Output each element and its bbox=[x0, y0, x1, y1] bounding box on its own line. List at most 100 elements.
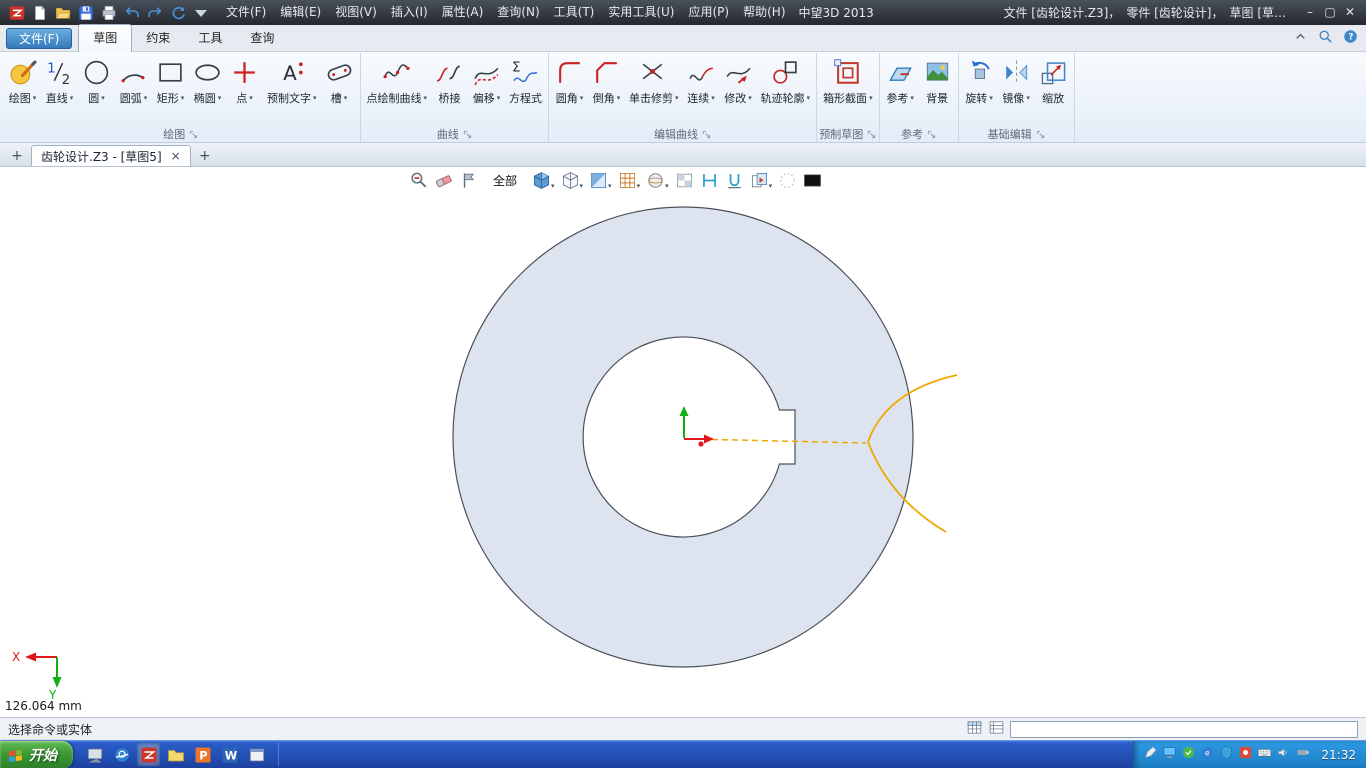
ribbon-button-rotate[interactable]: 旋转▾ bbox=[961, 53, 998, 126]
ribbon-button-bridge[interactable]: 桥接 bbox=[431, 53, 468, 126]
ribbon-tab-inquire[interactable]: 查询 bbox=[236, 25, 288, 51]
dialog-launcher-icon[interactable] bbox=[1036, 130, 1045, 139]
zw3d-app-button[interactable] bbox=[137, 743, 160, 766]
dialog-launcher-icon[interactable] bbox=[463, 130, 472, 139]
grid-panel-button[interactable] bbox=[966, 719, 983, 739]
list-panel-button[interactable] bbox=[988, 719, 1005, 739]
start-button[interactable]: 开始 bbox=[0, 741, 73, 768]
tray-display[interactable] bbox=[1162, 745, 1177, 764]
file-explorer-button[interactable] bbox=[164, 743, 187, 766]
menu-file[interactable]: 文件(F) bbox=[219, 0, 273, 25]
ribbon-button-curve-by-points[interactable]: 点绘制曲线▾ bbox=[363, 53, 432, 126]
menu-inquire[interactable]: 查询(N) bbox=[490, 0, 546, 25]
new-document-tab-button[interactable]: + bbox=[8, 146, 26, 166]
wireframe-view-button[interactable]: ▾ bbox=[560, 170, 585, 191]
find-entity-button[interactable] bbox=[408, 170, 429, 191]
tray-volume[interactable] bbox=[1276, 745, 1291, 764]
entity-filter-dropdown[interactable]: 全部 bbox=[493, 172, 517, 189]
help-button[interactable]: ? bbox=[1343, 29, 1358, 48]
file-menu-button[interactable]: 文件(F) bbox=[6, 28, 72, 49]
minimize-button[interactable]: – bbox=[1300, 0, 1320, 25]
ribbon-button-background[interactable]: 背景 bbox=[919, 53, 956, 126]
ribbon-button-circle[interactable]: 圆▾ bbox=[78, 53, 115, 126]
ribbon-button-one-click-trim[interactable]: 单击修剪▾ bbox=[625, 53, 683, 126]
ribbon-button-slot[interactable]: 槽▾ bbox=[321, 53, 358, 126]
menu-help[interactable]: 帮助(H) bbox=[736, 0, 792, 25]
regen-button[interactable] bbox=[167, 2, 188, 23]
compare-docs-button[interactable]: ▾ bbox=[749, 170, 774, 191]
ribbon-button-point[interactable]: 点▾ bbox=[226, 53, 263, 126]
u-constraint-button[interactable] bbox=[724, 170, 745, 191]
print-button[interactable] bbox=[98, 2, 119, 23]
show-desktop-button[interactable] bbox=[83, 743, 106, 766]
tray-browser[interactable]: e bbox=[1200, 745, 1215, 764]
app-logo-button[interactable] bbox=[6, 2, 27, 23]
tray-ime[interactable] bbox=[1257, 745, 1272, 764]
browser-button[interactable] bbox=[110, 743, 133, 766]
grid-display-button[interactable]: ▾ bbox=[617, 170, 642, 191]
flag-button[interactable] bbox=[458, 170, 479, 191]
ribbon-button-box-section[interactable]: 箱形截面▾ bbox=[819, 53, 877, 126]
ribbon-button-offset[interactable]: 偏移▾ bbox=[468, 53, 505, 126]
menu-tools[interactable]: 工具(T) bbox=[547, 0, 602, 25]
ribbon-tab-sketch[interactable]: 草图 bbox=[78, 24, 132, 52]
ribbon-button-line[interactable]: 12直线▾ bbox=[41, 53, 78, 126]
ribbon-button-ellipse[interactable]: 椭圆▾ bbox=[189, 53, 226, 126]
ribbon-button-trace-profile[interactable]: 轨迹轮廓▾ bbox=[757, 53, 815, 126]
menu-applications[interactable]: 应用(P) bbox=[682, 0, 737, 25]
maximize-button[interactable]: ▢ bbox=[1320, 0, 1340, 25]
dialog-launcher-icon[interactable] bbox=[927, 130, 936, 139]
dialog-launcher-icon[interactable] bbox=[189, 130, 198, 139]
powerpoint-button[interactable]: P bbox=[191, 743, 214, 766]
document-tab-active[interactable]: 齿轮设计.Z3 - [草图5] × bbox=[31, 145, 191, 166]
sphere-display-button[interactable]: ▾ bbox=[645, 170, 670, 191]
command-search-button[interactable] bbox=[1318, 29, 1333, 48]
ribbon-button-sketch-draw[interactable]: 绘图▾ bbox=[4, 53, 41, 126]
qa-more-button[interactable] bbox=[190, 2, 211, 23]
ribbon-button-ready-text[interactable]: A预制文字▾ bbox=[263, 53, 321, 126]
word-button[interactable]: W bbox=[218, 743, 241, 766]
shade-view-button[interactable]: ▾ bbox=[531, 170, 556, 191]
menu-utilities[interactable]: 实用工具(U) bbox=[601, 0, 681, 25]
tray-security[interactable] bbox=[1219, 745, 1234, 764]
dialog-launcher-icon[interactable] bbox=[702, 130, 711, 139]
erase-button[interactable] bbox=[433, 170, 454, 191]
image-capture-button[interactable] bbox=[674, 170, 695, 191]
new-file-button[interactable] bbox=[29, 2, 50, 23]
ribbon-button-mirror[interactable]: 镜像▾ bbox=[998, 53, 1035, 126]
ribbon-button-scale[interactable]: 缩放 bbox=[1035, 53, 1072, 126]
tray-usb[interactable] bbox=[1295, 745, 1310, 764]
ribbon-button-chamfer[interactable]: 倒角▾ bbox=[588, 53, 625, 126]
sketch-canvas[interactable]: X Y 126.064 mm 全部▾▾▾▾▾▾ bbox=[0, 167, 1366, 717]
close-button[interactable]: ✕ bbox=[1340, 0, 1360, 25]
command-input[interactable] bbox=[1010, 721, 1358, 738]
color-swatch-button[interactable] bbox=[802, 170, 823, 191]
menu-view[interactable]: 视图(V) bbox=[328, 0, 384, 25]
ribbon-tab-tools[interactable]: 工具 bbox=[184, 25, 236, 51]
tray-update[interactable] bbox=[1238, 745, 1253, 764]
tray-pen[interactable] bbox=[1143, 745, 1158, 764]
menu-insert[interactable]: 插入(I) bbox=[384, 0, 435, 25]
undo-button[interactable] bbox=[121, 2, 142, 23]
ribbon-tab-constraint[interactable]: 约束 bbox=[132, 25, 184, 51]
ribbon-button-rectangle[interactable]: 矩形▾ bbox=[152, 53, 189, 126]
ribbon-button-reference[interactable]: 参考▾ bbox=[882, 53, 919, 126]
dim-circle-button[interactable] bbox=[777, 170, 798, 191]
save-file-button[interactable] bbox=[75, 2, 96, 23]
ribbon-button-fillet[interactable]: 圆角▾ bbox=[551, 53, 588, 126]
h-constraint-button[interactable] bbox=[699, 170, 720, 191]
add-tab-button[interactable]: + bbox=[196, 146, 214, 166]
ribbon-button-modify[interactable]: 修改▾ bbox=[720, 53, 757, 126]
ribbon-button-arc[interactable]: 圆弧▾ bbox=[115, 53, 152, 126]
redo-button[interactable] bbox=[144, 2, 165, 23]
menu-attributes[interactable]: 属性(A) bbox=[435, 0, 491, 25]
collapse-ribbon-button[interactable] bbox=[1293, 29, 1308, 48]
open-file-button[interactable] bbox=[52, 2, 73, 23]
ribbon-button-equation[interactable]: Σ方程式 bbox=[505, 53, 546, 126]
generic-window-button[interactable] bbox=[245, 743, 268, 766]
dialog-launcher-icon[interactable] bbox=[867, 130, 876, 139]
close-tab-button[interactable]: × bbox=[171, 150, 181, 162]
tray-antivirus[interactable] bbox=[1181, 745, 1196, 764]
menu-edit[interactable]: 编辑(E) bbox=[273, 0, 328, 25]
ribbon-button-continuity[interactable]: 连续▾ bbox=[683, 53, 720, 126]
